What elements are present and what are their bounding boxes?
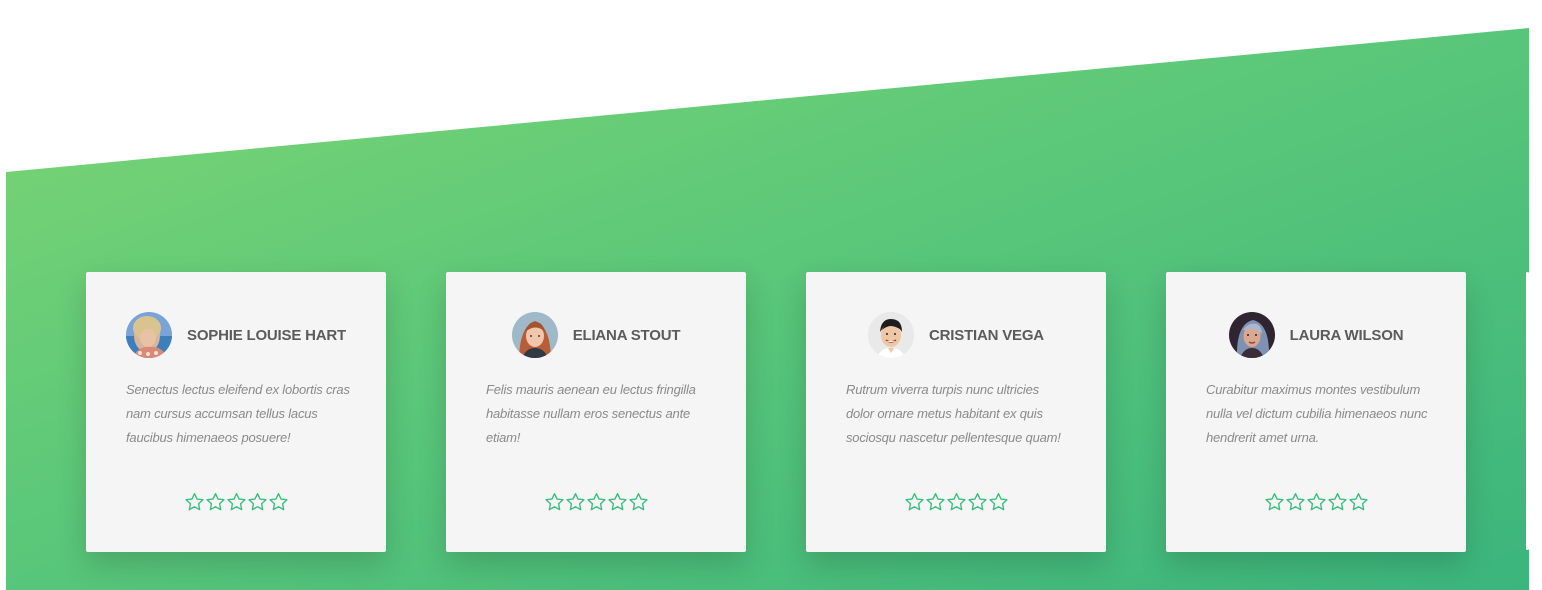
star-outline-icon [1285,491,1306,513]
testimonial-card-cristian-vega: CRISTIAN VEGA Rutrum viverra turpis nunc… [806,272,1106,552]
star-outline-icon [1306,491,1327,513]
star-outline-icon [205,491,226,513]
star-outline-icon [586,491,607,513]
avatar [868,312,915,358]
star-rating [1166,491,1466,515]
reviewer-name: LAURA WILSON [1289,326,1404,344]
avatar [511,312,558,358]
testimonial-quote: Curabitur maximus montes vestibulum null… [1206,382,1428,445]
avatar [126,312,173,358]
testimonial-quote: Felis mauris aenean eu lectus fringilla … [486,382,696,445]
avatar-image [1228,312,1275,358]
avatar [1228,312,1275,358]
star-outline-icon [1327,491,1348,513]
card-header: SOPHIE LOUISE HART [86,312,386,358]
testimonial-card-eliana-stout: ELIANA STOUT Felis mauris aenean eu lect… [446,272,746,552]
testimonial-carousel: SOPHIE LOUISE HART Senectus lectus eleif… [0,0,1542,590]
testimonial-card-sophie-louise-hart: SOPHIE LOUISE HART Senectus lectus eleif… [86,272,386,552]
star-rating [446,491,746,515]
card-header: LAURA WILSON [1166,312,1466,358]
testimonial-quote: Rutrum viverra turpis nunc ultricies dol… [846,382,1061,445]
avatar-image [511,312,558,358]
star-outline-icon [247,491,268,513]
star-outline-icon [1264,491,1285,513]
star-outline-icon [967,491,988,513]
star-outline-icon [988,491,1009,513]
star-outline-icon [565,491,586,513]
star-outline-icon [1348,491,1369,513]
avatar-image [126,312,173,358]
reviewer-name: CRISTIAN VEGA [929,326,1044,344]
testimonials-section: SOPHIE LOUISE HART Senectus lectus eleif… [0,0,1542,590]
star-outline-icon [904,491,925,513]
testimonial-card-laura-wilson: LAURA WILSON Curabitur maximus montes ve… [1166,272,1466,552]
next-testimonial-card-edge[interactable] [1526,272,1529,550]
star-outline-icon [946,491,967,513]
star-outline-icon [184,491,205,513]
reviewer-name: SOPHIE LOUISE HART [187,326,346,344]
star-outline-icon [226,491,247,513]
star-rating [806,491,1106,515]
card-header: ELIANA STOUT [446,312,746,358]
reviewer-name: ELIANA STOUT [572,326,681,344]
star-rating [86,491,386,515]
star-outline-icon [268,491,289,513]
avatar-image [868,312,915,358]
star-outline-icon [544,491,565,513]
card-header: CRISTIAN VEGA [806,312,1106,358]
testimonial-quote: Senectus lectus eleifend ex lobortis cra… [126,382,350,445]
star-outline-icon [607,491,628,513]
star-outline-icon [628,491,649,513]
star-outline-icon [925,491,946,513]
